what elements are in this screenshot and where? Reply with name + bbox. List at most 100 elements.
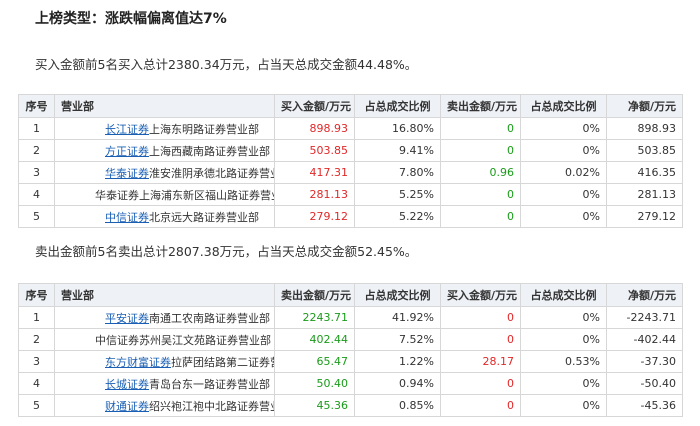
row-index: 2 [18, 328, 55, 351]
table-row: 3东方财富证券拉萨团结路第二证券营业部65.471.22%28.170.53%-… [18, 350, 683, 373]
table-row: 4 华泰证券上海浦东新区福山路证券营业部 281.13 5.25% 0 0% 281.13 [18, 183, 683, 206]
broker-link[interactable]: 长江证券 [105, 123, 149, 136]
other-ratio-value: 0% [520, 205, 607, 228]
col-buy-amount: 买入金额/万元 [440, 283, 521, 307]
col-sell-ratio: 占总成交比例 [354, 283, 441, 307]
table-row: 2 方正证券上海西藏南路证券营业部 503.85 9.41% 0 0% 503.85 [18, 139, 683, 162]
branch-cell: 中信证券苏州吴江文苑路证券营业部 [54, 328, 275, 351]
col-buy-amount: 买入金额/万元 [274, 94, 355, 118]
row-index: 1 [18, 306, 55, 329]
col-net: 净额/万元 [606, 94, 683, 118]
row-index: 1 [18, 117, 55, 140]
ratio-value: 1.22% [354, 350, 441, 373]
row-index: 4 [18, 372, 55, 395]
table-row: 3华泰证券淮安淮阴承德北路证券营业部417.317.80%0.960.02%41… [18, 161, 683, 184]
branch-cell: 华泰证券淮安淮阴承德北路证券营业部 [54, 161, 275, 184]
row-index: 3 [18, 161, 55, 184]
amount-value: 50.40 [274, 372, 355, 395]
other-amount-value: 0 [440, 117, 521, 140]
other-ratio-value: 0% [520, 328, 607, 351]
broker-link[interactable]: 平安证券 [105, 312, 149, 325]
ratio-value: 9.41% [354, 139, 441, 162]
other-amount-value: 0 [440, 328, 521, 351]
col-branch: 营业部 [54, 283, 275, 307]
amount-value: 503.85 [274, 139, 355, 162]
other-amount-value: 0 [440, 139, 521, 162]
branch-name: 上海东明路证券营业部 [149, 122, 259, 136]
table-row: 5 中信证券北京远大路证券营业部 279.12 5.22% 0 0% 279.12 [18, 205, 683, 228]
branch-name: 上海西藏南路证券营业部 [149, 144, 270, 158]
net-value: 416.35 [606, 161, 683, 184]
net-value: 503.85 [606, 139, 683, 162]
broker-link[interactable]: 华泰证券 [105, 167, 149, 180]
branch-name: 绍兴袍江袍中北路证券营业部 [149, 399, 274, 413]
net-value: -402.44 [606, 328, 683, 351]
table-row: 1 平安证券南通工农南路证券营业部 2243.71 41.92% 0 0% -2243.71 [18, 306, 683, 329]
net-value: -45.36 [606, 394, 683, 417]
branch-name: 淮安淮阴承德北路证券营业部 [149, 166, 274, 180]
net-value: 279.12 [606, 205, 683, 228]
col-buy-ratio: 占总成交比例 [354, 94, 441, 118]
list-type-title: 上榜类型：涨跌幅偏离值达7% [35, 11, 227, 27]
table-row: 2 中信证券苏州吴江文苑路证券营业部 402.44 7.52% 0 0% -402.44 [18, 328, 683, 351]
other-amount-value: 0 [440, 372, 521, 395]
amount-value: 898.93 [274, 117, 355, 140]
other-ratio-value: 0% [520, 183, 607, 206]
other-amount-value: 0 [440, 394, 521, 417]
buy-table-header: 序号 营业部 买入金额/万元 占总成交比例 卖出金额/万元 占总成交比例 净额/… [18, 94, 683, 118]
broker-link[interactable]: 方正证券 [105, 145, 149, 158]
row-index: 3 [18, 350, 55, 373]
col-buy-ratio: 占总成交比例 [520, 283, 607, 307]
other-ratio-value: 0% [520, 372, 607, 395]
broker-link[interactable]: 中信证券 [105, 211, 149, 224]
amount-value: 402.44 [274, 328, 355, 351]
col-index: 序号 [18, 283, 55, 307]
sell-summary: 卖出金额前5名卖出总计2807.38万元，占当天总成交金额52.45%。 [35, 244, 418, 259]
sell-table: 序号 营业部 卖出金额/万元 占总成交比例 买入金额/万元 占总成交比例 净额/… [18, 283, 683, 417]
branch-cell: 中信证券北京远大路证券营业部 [54, 205, 275, 228]
branch-cell: 平安证券南通工农南路证券营业部 [54, 306, 275, 329]
col-index: 序号 [18, 94, 55, 118]
row-index: 5 [18, 394, 55, 417]
other-amount-value: 0 [440, 183, 521, 206]
other-amount-value: 0.96 [440, 161, 521, 184]
branch-name: 青岛台东一路证券营业部 [149, 377, 270, 391]
branch-name: 拉萨团结路第二证券营业部 [171, 355, 274, 369]
branch-cell: 长江证券上海东明路证券营业部 [54, 117, 275, 140]
sell-table-header: 序号 营业部 卖出金额/万元 占总成交比例 买入金额/万元 占总成交比例 净额/… [18, 283, 683, 307]
amount-value: 279.12 [274, 205, 355, 228]
other-ratio-value: 0% [520, 394, 607, 417]
net-value: 281.13 [606, 183, 683, 206]
ratio-value: 7.52% [354, 328, 441, 351]
row-index: 2 [18, 139, 55, 162]
amount-value: 2243.71 [274, 306, 355, 329]
ratio-value: 16.80% [354, 117, 441, 140]
broker-link[interactable]: 财通证券 [105, 400, 149, 413]
branch-cell: 财通证券绍兴袍江袍中北路证券营业部 [54, 394, 275, 417]
net-value: 898.93 [606, 117, 683, 140]
ratio-value: 7.80% [354, 161, 441, 184]
branch-cell: 华泰证券上海浦东新区福山路证券营业部 [54, 183, 275, 206]
other-ratio-value: 0% [520, 117, 607, 140]
buy-summary: 买入金额前5名买入总计2380.34万元，占当天总成交金额44.48%。 [35, 57, 418, 72]
table-row: 4 长城证券青岛台东一路证券营业部 50.40 0.94% 0 0% -50.40 [18, 372, 683, 395]
col-sell-amount: 卖出金额/万元 [274, 283, 355, 307]
net-value: -50.40 [606, 372, 683, 395]
other-ratio-value: 0.02% [520, 161, 607, 184]
buy-table: 序号 营业部 买入金额/万元 占总成交比例 卖出金额/万元 占总成交比例 净额/… [18, 94, 683, 228]
net-value: -2243.71 [606, 306, 683, 329]
ratio-value: 5.22% [354, 205, 441, 228]
broker-link[interactable]: 长城证券 [105, 378, 149, 391]
other-amount-value: 0 [440, 306, 521, 329]
ratio-value: 5.25% [354, 183, 441, 206]
branch-cell: 东方财富证券拉萨团结路第二证券营业部 [54, 350, 275, 373]
broker-link[interactable]: 东方财富证券 [105, 356, 171, 369]
other-ratio-value: 0% [520, 306, 607, 329]
ratio-value: 41.92% [354, 306, 441, 329]
other-ratio-value: 0% [520, 139, 607, 162]
col-sell-amount: 卖出金额/万元 [440, 94, 521, 118]
table-row: 5财通证券绍兴袍江袍中北路证券营业部45.360.85%00%-45.36 [18, 394, 683, 417]
ratio-value: 0.85% [354, 394, 441, 417]
branch-name: 北京远大路证券营业部 [149, 210, 259, 224]
other-amount-value: 28.17 [440, 350, 521, 373]
